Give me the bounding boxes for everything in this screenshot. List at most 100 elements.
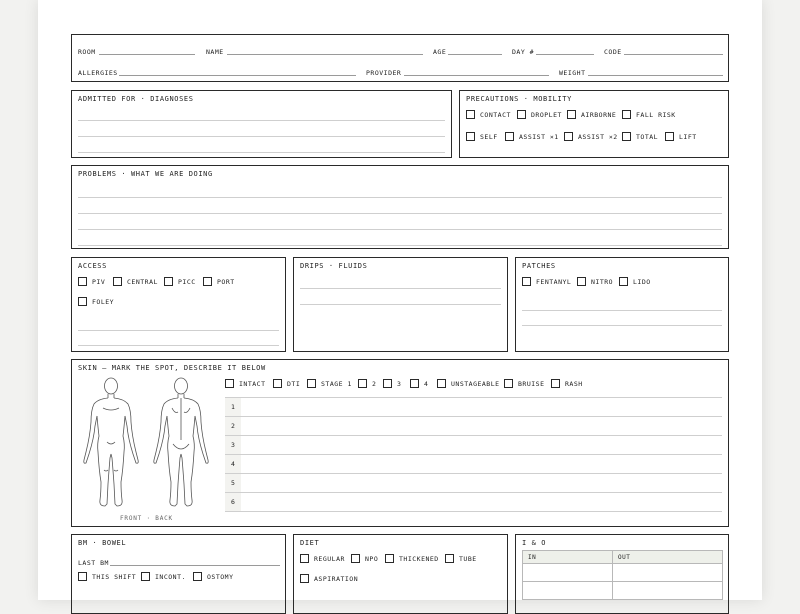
name-field[interactable] (227, 54, 423, 55)
checkbox[interactable] (665, 132, 674, 141)
diet-tube[interactable]: TUBE (445, 554, 477, 563)
skin-stage-3[interactable]: 3 (383, 379, 401, 388)
age-field[interactable] (448, 54, 502, 55)
checkbox[interactable] (78, 277, 87, 286)
checkbox[interactable] (445, 554, 454, 563)
io-in-cell[interactable] (522, 582, 613, 600)
io-in-cell[interactable] (522, 564, 613, 582)
admitted-line-1[interactable] (78, 120, 445, 121)
last-bm-field[interactable] (110, 565, 280, 566)
mobility-lift[interactable]: LIFT (665, 132, 697, 141)
skin-row-line[interactable] (225, 454, 722, 455)
checkbox[interactable] (410, 379, 419, 388)
checkbox[interactable] (383, 379, 392, 388)
checkbox[interactable] (78, 572, 87, 581)
checkbox[interactable] (522, 277, 531, 286)
checkbox[interactable] (193, 572, 202, 581)
patches-line-1[interactable] (522, 310, 722, 311)
checkbox[interactable] (164, 277, 173, 286)
checkbox[interactable] (466, 132, 475, 141)
skin-stage-1[interactable]: STAGE 1 (307, 379, 352, 388)
io-out-cell[interactable] (612, 582, 723, 600)
patches-line-2[interactable] (522, 325, 722, 326)
checkbox[interactable] (300, 554, 309, 563)
access-picc[interactable]: PICC (164, 277, 196, 286)
checkbox[interactable] (466, 110, 475, 119)
drips-line-2[interactable] (300, 304, 501, 305)
checkbox[interactable] (273, 379, 282, 388)
precaution-fall-risk[interactable]: FALL RISK (622, 110, 676, 119)
admitted-line-2[interactable] (78, 136, 445, 137)
problems-line-1[interactable] (78, 197, 722, 198)
problems-line-4[interactable] (78, 245, 722, 246)
diet-npo[interactable]: NPO (351, 554, 378, 563)
drips-line-1[interactable] (300, 288, 501, 289)
diet-thickened[interactable]: THICKENED (385, 554, 439, 563)
problems-line-2[interactable] (78, 213, 722, 214)
access-line-1[interactable] (78, 330, 279, 331)
checkbox[interactable] (564, 132, 573, 141)
skin-dti[interactable]: DTI (273, 379, 300, 388)
weight-field[interactable] (588, 75, 723, 76)
bm-ostomy[interactable]: OSTOMY (193, 572, 233, 581)
access-foley[interactable]: FOLEY (78, 297, 114, 306)
skin-row-line[interactable] (225, 511, 722, 512)
provider-field[interactable] (404, 75, 549, 76)
body-front-diagram[interactable] (78, 374, 144, 512)
skin-unstageable[interactable]: UNSTAGEABLE (437, 379, 500, 388)
checkbox[interactable] (551, 379, 560, 388)
skin-row-line[interactable] (225, 435, 722, 436)
allergies-field[interactable] (119, 75, 356, 76)
precaution-airborne[interactable]: AIRBORNE (567, 110, 616, 119)
checkbox[interactable] (300, 574, 309, 583)
code-field[interactable] (624, 54, 723, 55)
mobility-self[interactable]: SELF (466, 132, 498, 141)
checkbox[interactable] (619, 277, 628, 286)
checkbox[interactable] (78, 297, 87, 306)
checkbox[interactable] (505, 132, 514, 141)
mobility-total[interactable]: TOTAL (622, 132, 658, 141)
skin-bruise[interactable]: BRUISE (504, 379, 544, 388)
checkbox[interactable] (577, 277, 586, 286)
patch-nitro[interactable]: NITRO (577, 277, 613, 286)
skin-rash[interactable]: RASH (551, 379, 583, 388)
bm-incont[interactable]: INCONT. (141, 572, 186, 581)
checkbox[interactable] (225, 379, 234, 388)
checkbox[interactable] (141, 572, 150, 581)
diet-regular[interactable]: REGULAR (300, 554, 345, 563)
checkbox[interactable] (307, 379, 316, 388)
skin-row-line[interactable] (225, 473, 722, 474)
access-central[interactable]: CENTRAL (113, 277, 158, 286)
room-field[interactable] (99, 54, 195, 55)
checkbox[interactable] (517, 110, 526, 119)
problems-line-3[interactable] (78, 229, 722, 230)
skin-row-line[interactable] (225, 492, 722, 493)
skin-row-line[interactable] (225, 416, 722, 417)
access-line-2[interactable] (78, 345, 279, 346)
mobility-assist-1[interactable]: ASSIST ×1 (505, 132, 559, 141)
checkbox[interactable] (385, 554, 394, 563)
io-out-cell[interactable] (612, 564, 723, 582)
checkbox[interactable] (203, 277, 212, 286)
bm-this-shift[interactable]: THIS SHIFT (78, 572, 136, 581)
checkbox[interactable] (622, 110, 631, 119)
mobility-assist-2[interactable]: ASSIST ×2 (564, 132, 618, 141)
checkbox[interactable] (113, 277, 122, 286)
diet-aspiration[interactable]: ASPIRATION (300, 574, 358, 583)
skin-stage-2[interactable]: 2 (358, 379, 376, 388)
patch-lido[interactable]: LIDO (619, 277, 651, 286)
checkbox[interactable] (567, 110, 576, 119)
checkbox[interactable] (351, 554, 360, 563)
checkbox[interactable] (437, 379, 446, 388)
access-port[interactable]: PORT (203, 277, 235, 286)
patch-fentanyl[interactable]: FENTANYL (522, 277, 571, 286)
precaution-contact[interactable]: CONTACT (466, 110, 511, 119)
day-field[interactable] (536, 54, 594, 55)
checkbox[interactable] (622, 132, 631, 141)
skin-intact[interactable]: INTACT (225, 379, 265, 388)
body-back-diagram[interactable] (148, 374, 214, 512)
access-piv[interactable]: PIV (78, 277, 105, 286)
admitted-line-3[interactable] (78, 152, 445, 153)
skin-stage-4[interactable]: 4 (410, 379, 428, 388)
precaution-droplet[interactable]: DROPLET (517, 110, 562, 119)
